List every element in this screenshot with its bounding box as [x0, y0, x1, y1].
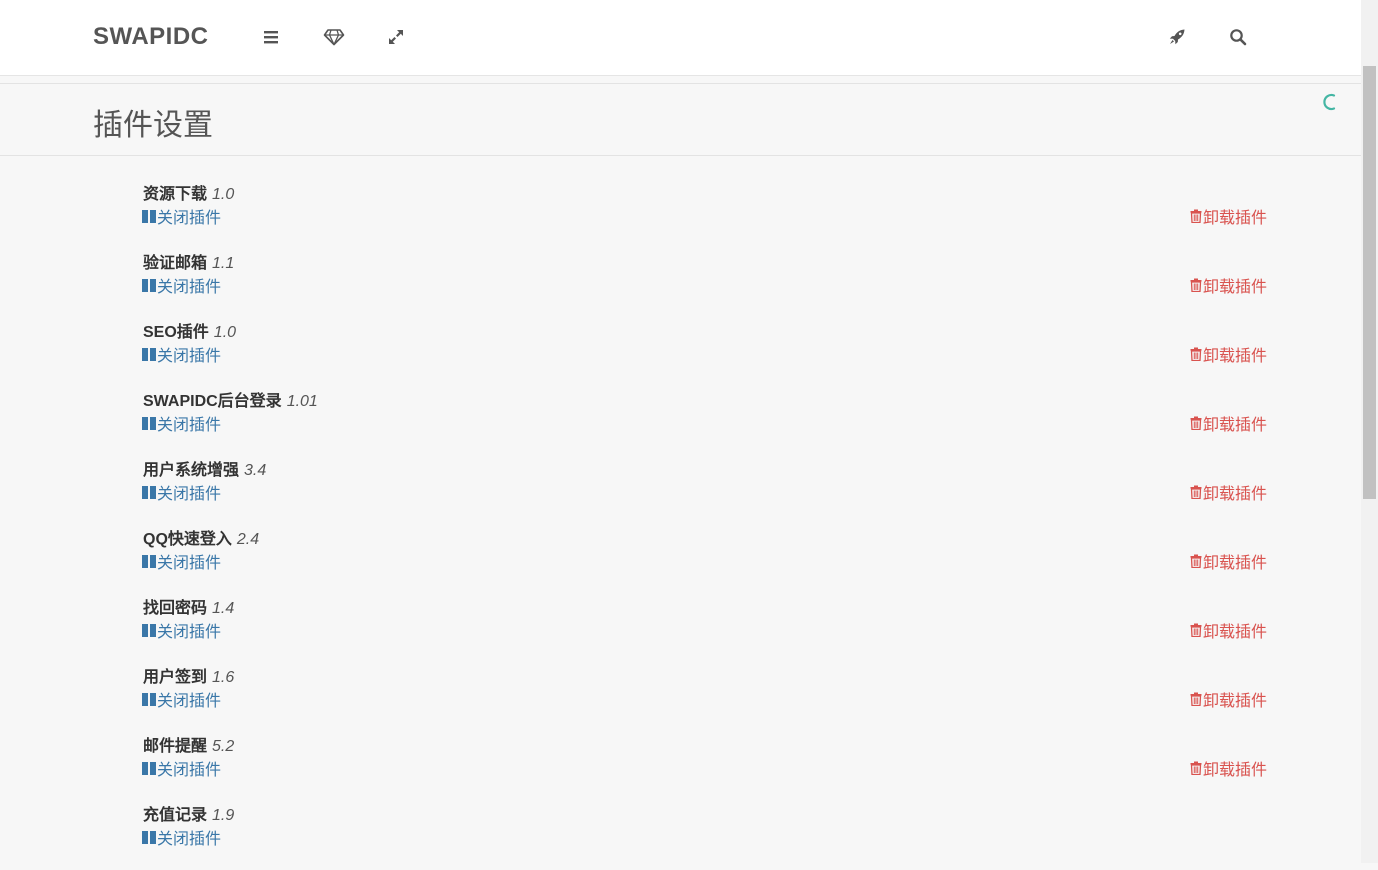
plugin-name: 用户签到 1.6: [143, 669, 235, 686]
pause-icon: [142, 830, 156, 844]
plugin-name: 资源下载 1.0: [143, 186, 235, 203]
trash-icon: [1190, 485, 1202, 499]
disable-plugin-link[interactable]: 关闭插件: [142, 687, 221, 711]
plugin-name: 邮件提醒 5.2: [143, 738, 235, 755]
uninstall-plugin-link[interactable]: 卸载插件: [1190, 342, 1267, 366]
pause-icon: [142, 347, 156, 361]
plugin-name: QQ快速登入 2.4: [143, 531, 260, 548]
plugin-name: 用户系统增强 3.4: [143, 462, 267, 479]
plugin-version: 2.4: [236, 531, 260, 548]
trash-icon: [1190, 278, 1202, 292]
search-icon[interactable]: [1226, 25, 1250, 49]
plugin-name: SWAPIDC后台登录 1.01: [143, 393, 318, 410]
plugin-item: SWAPIDC后台登录 1.01 关闭插件 卸载插件: [0, 387, 1361, 456]
plugin-version: 1.1: [212, 255, 235, 272]
disable-plugin-link[interactable]: 关闭插件: [142, 411, 221, 435]
uninstall-plugin-link[interactable]: 卸载插件: [1190, 204, 1267, 228]
uninstall-plugin-link[interactable]: 卸载插件: [1190, 756, 1267, 780]
uninstall-plugin-link[interactable]: 卸载插件: [1190, 273, 1267, 297]
plugin-item: 邮件提醒 5.2 关闭插件 卸载插件: [0, 732, 1361, 801]
plugin-item: SEO插件 1.0 关闭插件 卸载插件: [0, 318, 1361, 387]
plugin-name: 找回密码 1.4: [143, 600, 235, 617]
plugin-version: 1.0: [212, 186, 235, 203]
pause-icon: [142, 554, 156, 568]
plugin-item: 用户签到 1.6 关闭插件 卸载插件: [0, 663, 1361, 732]
pause-icon: [142, 623, 156, 637]
scrollbar-thumb[interactable]: [1363, 66, 1376, 499]
rocket-icon[interactable]: [1165, 25, 1189, 49]
disable-plugin-link[interactable]: 关闭插件: [142, 825, 221, 849]
expand-icon[interactable]: [384, 25, 408, 49]
trash-icon: [1190, 761, 1202, 775]
plugin-version: 1.6: [212, 669, 235, 686]
plugin-item: 找回密码 1.4 关闭插件 卸载插件: [0, 594, 1361, 663]
plugin-version: 5.2: [212, 738, 235, 755]
page-header: 插件设置: [0, 83, 1361, 156]
plugin-item: QQ快速登入 2.4 关闭插件 卸载插件: [0, 525, 1361, 594]
pause-icon: [142, 485, 156, 499]
uninstall-plugin-link[interactable]: 卸载插件: [1190, 549, 1267, 573]
disable-plugin-link[interactable]: 关闭插件: [142, 618, 221, 642]
trash-icon: [1190, 347, 1202, 361]
pause-icon: [142, 278, 156, 292]
disable-plugin-link[interactable]: 关闭插件: [142, 342, 221, 366]
plugin-item: 验证邮箱 1.1 关闭插件 卸载插件: [0, 249, 1361, 318]
plugin-list: 资源下载 1.0 关闭插件 卸载插件 验证邮箱 1.1 关闭插件 卸载插件 SEO插…: [0, 180, 1361, 870]
uninstall-plugin-link[interactable]: 卸载插件: [1190, 411, 1267, 435]
plugin-name: 验证邮箱 1.1: [143, 255, 235, 272]
trash-icon: [1190, 554, 1202, 568]
diamond-icon[interactable]: [322, 25, 346, 49]
disable-plugin-link[interactable]: 关闭插件: [142, 273, 221, 297]
brand-logo[interactable]: SWAPIDC: [93, 23, 209, 51]
plugin-version: 1.01: [286, 393, 318, 410]
menu-icon[interactable]: [259, 25, 283, 49]
uninstall-plugin-link[interactable]: 卸载插件: [1190, 687, 1267, 711]
plugin-version: 1.4: [212, 600, 235, 617]
uninstall-plugin-link[interactable]: 卸载插件: [1190, 618, 1267, 642]
plugin-item: 充值记录 1.9 关闭插件: [0, 801, 1361, 870]
plugin-name: 充值记录 1.9: [143, 807, 235, 824]
disable-plugin-link[interactable]: 关闭插件: [142, 480, 221, 504]
navbar: SWAPIDC: [0, 0, 1361, 76]
disable-plugin-link[interactable]: 关闭插件: [142, 204, 221, 228]
plugin-item: 用户系统增强 3.4 关闭插件 卸载插件: [0, 456, 1361, 525]
plugin-version: 1.9: [212, 807, 235, 824]
trash-icon: [1190, 692, 1202, 706]
pause-icon: [142, 209, 156, 223]
plugin-version: 1.0: [213, 324, 237, 341]
pause-icon: [142, 416, 156, 430]
trash-icon: [1190, 623, 1202, 637]
loading-spinner-icon: [1322, 93, 1338, 111]
plugin-name: SEO插件 1.0: [143, 324, 237, 341]
uninstall-plugin-link[interactable]: 卸载插件: [1190, 480, 1267, 504]
plugin-version: 3.4: [244, 462, 267, 479]
pause-icon: [142, 692, 156, 706]
plugin-item: 资源下载 1.0 关闭插件 卸载插件: [0, 180, 1361, 249]
pause-icon: [142, 761, 156, 775]
page-title: 插件设置: [93, 109, 213, 142]
disable-plugin-link[interactable]: 关闭插件: [142, 756, 221, 780]
disable-plugin-link[interactable]: 关闭插件: [142, 549, 221, 573]
trash-icon: [1190, 209, 1202, 223]
trash-icon: [1190, 416, 1202, 430]
